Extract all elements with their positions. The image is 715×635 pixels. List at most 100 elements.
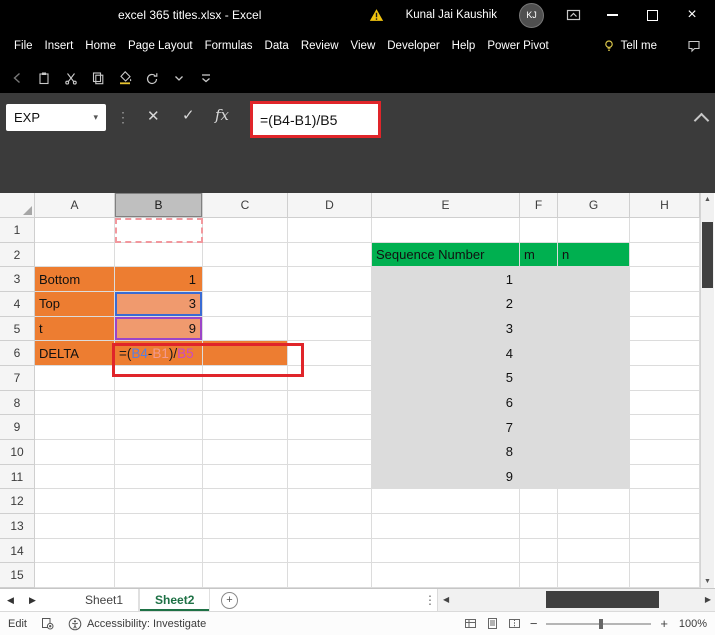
- zoom-in-button[interactable]: +: [660, 617, 668, 630]
- insert-function-button[interactable]: fx: [215, 106, 229, 124]
- ribbon-display-options-icon[interactable]: [566, 8, 581, 22]
- cell-G10[interactable]: [558, 440, 630, 465]
- ribbon-tab-formulas[interactable]: Formulas: [205, 40, 253, 52]
- horizontal-scroll-thumb[interactable]: [546, 591, 659, 608]
- cell-B15[interactable]: [115, 563, 203, 589]
- cell-B1[interactable]: [115, 218, 203, 243]
- cell-B10[interactable]: [115, 440, 203, 465]
- zoom-level[interactable]: 100%: [677, 618, 707, 630]
- cell-H3[interactable]: [630, 267, 700, 293]
- cell-H5[interactable]: [630, 316, 700, 342]
- cell-D7[interactable]: [288, 366, 372, 391]
- cut-icon[interactable]: [64, 71, 78, 85]
- cell-F5[interactable]: [520, 316, 558, 342]
- cell-B13[interactable]: [115, 514, 203, 539]
- scroll-right-icon[interactable]: ▶: [705, 595, 711, 604]
- cell-F2[interactable]: m: [520, 242, 558, 268]
- row-header-13[interactable]: 13: [0, 514, 35, 539]
- cell-E6[interactable]: 4: [372, 341, 520, 367]
- cell-G15[interactable]: [558, 563, 630, 589]
- cell-C3[interactable]: [203, 267, 288, 293]
- cell-A4[interactable]: Top: [35, 292, 115, 317]
- cell-D2[interactable]: [288, 242, 372, 268]
- cell-F1[interactable]: [520, 218, 558, 243]
- cell-C5[interactable]: [203, 316, 288, 342]
- fill-color-icon[interactable]: [118, 70, 132, 85]
- cell-E11[interactable]: 9: [372, 464, 520, 490]
- cell-A5[interactable]: t: [35, 316, 115, 342]
- cell-E2[interactable]: Sequence Number: [372, 242, 520, 268]
- row-header-2[interactable]: 2: [0, 242, 35, 268]
- cell-G2[interactable]: n: [558, 242, 630, 268]
- cell-B12[interactable]: [115, 489, 203, 515]
- macro-record-icon[interactable]: [41, 617, 54, 630]
- cell-B8[interactable]: [115, 390, 203, 416]
- row-header-4[interactable]: 4: [0, 292, 35, 317]
- cell-C9[interactable]: [203, 415, 288, 441]
- cell-H9[interactable]: [630, 415, 700, 441]
- cell-H10[interactable]: [630, 440, 700, 465]
- view-page-break-icon[interactable]: [508, 617, 521, 630]
- cell-C8[interactable]: [203, 390, 288, 416]
- cell-B7[interactable]: [115, 366, 203, 391]
- name-box[interactable]: EXP ▾: [6, 104, 106, 131]
- horizontal-scrollbar[interactable]: ◀ ▶: [437, 589, 715, 611]
- cell-E1[interactable]: [372, 218, 520, 243]
- cell-A2[interactable]: [35, 242, 115, 268]
- cell-G3[interactable]: [558, 267, 630, 293]
- back-icon[interactable]: [10, 71, 24, 85]
- zoom-slider[interactable]: [546, 618, 652, 629]
- cell-A12[interactable]: [35, 489, 115, 515]
- cell-E5[interactable]: 3: [372, 316, 520, 342]
- minimize-button[interactable]: [603, 6, 621, 24]
- cell-C2[interactable]: [203, 242, 288, 268]
- cell-C15[interactable]: [203, 563, 288, 589]
- cell-D13[interactable]: [288, 514, 372, 539]
- cell-A15[interactable]: [35, 563, 115, 589]
- cell-F4[interactable]: [520, 292, 558, 317]
- row-header-1[interactable]: 1: [0, 218, 35, 243]
- chevron-down-icon[interactable]: [172, 71, 186, 85]
- cell-D3[interactable]: [288, 267, 372, 293]
- comment-icon[interactable]: [687, 39, 701, 53]
- copy-icon[interactable]: [91, 71, 105, 85]
- cell-H4[interactable]: [630, 292, 700, 317]
- cell-D8[interactable]: [288, 390, 372, 416]
- column-header-E[interactable]: E: [372, 193, 520, 218]
- cell-E12[interactable]: [372, 489, 520, 515]
- cell-B14[interactable]: [115, 538, 203, 564]
- sheet-tab-sheet2[interactable]: Sheet2: [139, 589, 211, 611]
- ribbon-tab-file[interactable]: File: [14, 40, 33, 52]
- scroll-down-icon[interactable]: ▼: [701, 578, 714, 585]
- cell-D14[interactable]: [288, 538, 372, 564]
- user-avatar[interactable]: KJ: [519, 2, 544, 28]
- cell-F3[interactable]: [520, 267, 558, 293]
- row-header-3[interactable]: 3: [0, 267, 35, 293]
- cell-G11[interactable]: [558, 464, 630, 490]
- column-header-H[interactable]: H: [630, 193, 700, 218]
- cell-F12[interactable]: [520, 489, 558, 515]
- formula-bar-input[interactable]: =(B4-B1)/B5: [260, 112, 337, 128]
- zoom-slider-thumb[interactable]: [598, 618, 603, 629]
- ribbon-tab-page-layout[interactable]: Page Layout: [128, 40, 193, 52]
- cell-C10[interactable]: [203, 440, 288, 465]
- row-header-8[interactable]: 8: [0, 390, 35, 416]
- cell-A14[interactable]: [35, 538, 115, 564]
- cell-A10[interactable]: [35, 440, 115, 465]
- cell-E3[interactable]: 1: [372, 267, 520, 293]
- accessibility-status[interactable]: Accessibility: Investigate: [68, 617, 206, 631]
- maximize-button[interactable]: [643, 6, 661, 24]
- cell-B5[interactable]: 9: [115, 316, 203, 342]
- cell-C12[interactable]: [203, 489, 288, 515]
- cell-H1[interactable]: [630, 218, 700, 243]
- row-header-12[interactable]: 12: [0, 489, 35, 515]
- cell-G13[interactable]: [558, 514, 630, 539]
- close-button[interactable]: ×: [683, 6, 701, 24]
- row-header-6[interactable]: 6: [0, 341, 35, 367]
- cell-D6[interactable]: [288, 341, 372, 367]
- cell-A6[interactable]: DELTA: [35, 341, 115, 367]
- cell-D9[interactable]: [288, 415, 372, 441]
- cell-H13[interactable]: [630, 514, 700, 539]
- ribbon-tab-review[interactable]: Review: [301, 40, 339, 52]
- name-box-dropdown-icon[interactable]: ▾: [93, 112, 98, 123]
